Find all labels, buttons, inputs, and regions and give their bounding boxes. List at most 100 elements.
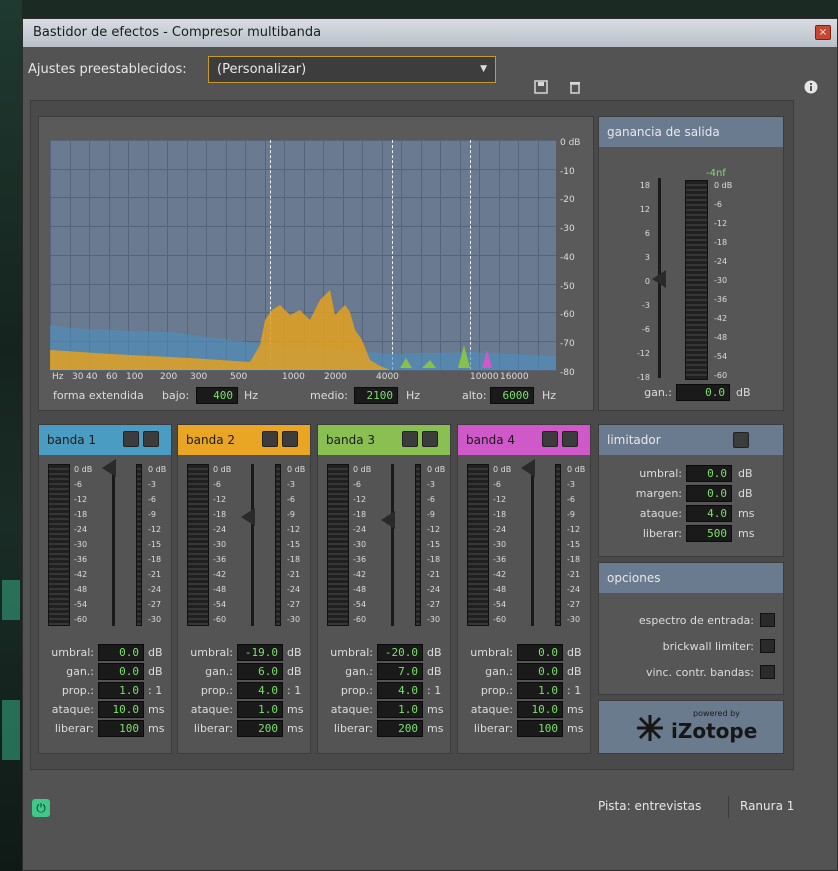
band-ataque-unit: ms (567, 703, 584, 716)
band-umbral-value[interactable]: 0.0 (98, 644, 144, 661)
options-title: opciones (599, 563, 783, 593)
band-bypass-button[interactable] (562, 431, 578, 447)
band-gan-value[interactable]: 0.0 (98, 663, 144, 680)
band-threshold-slider[interactable] (112, 464, 115, 626)
band-liberar-value[interactable]: 100 (98, 720, 144, 737)
power-icon[interactable]: ⏻ (32, 799, 50, 817)
output-meter-tick: -18 (714, 238, 728, 247)
band-ataque-label: ataque: (51, 703, 94, 716)
band-meter-tick: -30 (74, 540, 88, 549)
band-solo-button[interactable] (123, 431, 139, 447)
db-tick-label: -50 (560, 281, 575, 292)
medio-value[interactable]: 2100 (354, 387, 398, 404)
limiter-umbral-value[interactable]: 0.0 (686, 465, 732, 482)
band-threshold-thumb[interactable] (381, 511, 395, 530)
limiter-ataque-unit: ms (738, 507, 755, 520)
link-bands-checkbox[interactable] (760, 665, 775, 679)
band-meter-tick: -6 (74, 480, 82, 489)
band-ataque-value[interactable]: 1.0 (237, 701, 283, 718)
bajo-value[interactable]: 400 (196, 387, 238, 404)
band-gan-label: gan.: (205, 665, 233, 678)
band-meter-tick: -18 (493, 510, 507, 519)
footer-divider (728, 796, 729, 818)
output-gain-value[interactable]: 0.0 (676, 384, 730, 401)
band-threshold-slider[interactable] (391, 464, 394, 626)
band-gan-value[interactable]: 6.0 (237, 663, 283, 680)
output-gain-tick: 3 (644, 253, 650, 262)
limiter-margen-unit: dB (738, 487, 753, 500)
alto-value[interactable]: 6000 (490, 387, 534, 404)
limiter-ataque-value[interactable]: 4.0 (686, 505, 732, 522)
band-gan-label: gan.: (66, 665, 94, 678)
band-umbral-unit: dB (287, 646, 302, 659)
chevron-down-icon: ▼ (480, 64, 487, 74)
band-gr-tick: 0 dB (148, 465, 167, 474)
band-liberar-value[interactable]: 200 (237, 720, 283, 737)
band-umbral-value[interactable]: -20.0 (377, 644, 423, 661)
band-meter-tick: -30 (353, 540, 367, 549)
band-solo-button[interactable] (542, 431, 558, 447)
band-ataque-value[interactable]: 10.0 (98, 701, 144, 718)
limiter-liberar-unit: ms (738, 527, 755, 540)
output-gain-slider-thumb[interactable] (652, 270, 666, 288)
limiter-solo-button[interactable] (733, 432, 749, 448)
presets-dropdown[interactable]: (Personalizar) ▼ (208, 56, 496, 83)
band-gr-tick: -3 (287, 480, 295, 489)
logo-powered-by: powered by (693, 709, 740, 718)
band-gan-unit: dB (567, 665, 582, 678)
band-prop-value[interactable]: 1.0 (98, 682, 144, 699)
band-solo-button[interactable] (262, 431, 278, 447)
limiter-margen-value[interactable]: 0.0 (686, 485, 732, 502)
extended-shape-label: forma extendida (53, 389, 144, 402)
band-threshold-thumb[interactable] (521, 459, 535, 478)
band-gan-value[interactable]: 7.0 (377, 663, 423, 680)
output-gain-tick: 0 (644, 277, 650, 286)
band-liberar-value[interactable]: 100 (517, 720, 563, 737)
band-gr-tick: -15 (287, 540, 301, 549)
band-threshold-thumb[interactable] (102, 459, 116, 478)
band-prop-value[interactable]: 1.0 (517, 682, 563, 699)
band-bypass-button[interactable] (282, 431, 298, 447)
band-umbral-unit: dB (567, 646, 582, 659)
band-liberar-unit: ms (567, 722, 584, 735)
band-prop-unit: : 1 (287, 684, 302, 697)
band-input-meter (187, 464, 209, 626)
info-icon[interactable] (804, 80, 818, 98)
band-bypass-button[interactable] (422, 431, 438, 447)
band-meter-tick: -24 (493, 525, 507, 534)
band-meter-tick: -30 (493, 540, 507, 549)
band-prop-value[interactable]: 4.0 (237, 682, 283, 699)
band-threshold-slider[interactable] (531, 464, 534, 626)
band-bypass-button[interactable] (143, 431, 159, 447)
band-meter-tick: -54 (213, 600, 227, 609)
close-button[interactable]: × (815, 25, 831, 40)
band-gr-tick: -30 (567, 615, 581, 624)
band-ataque-value[interactable]: 1.0 (377, 701, 423, 718)
band-gr-tick: -3 (567, 480, 575, 489)
band-gr-tick: -9 (567, 510, 575, 519)
limiter-margen-label: margen: (635, 487, 682, 500)
band-threshold-thumb[interactable] (241, 507, 255, 526)
save-icon[interactable] (534, 80, 548, 98)
band-umbral-value[interactable]: -19.0 (237, 644, 283, 661)
band-solo-button[interactable] (402, 431, 418, 447)
band-meter-tick: -60 (213, 615, 227, 624)
limiter-liberar-value[interactable]: 500 (686, 525, 732, 542)
output-gain-tick: -18 (636, 373, 650, 382)
input-spectrum-checkbox[interactable] (760, 613, 775, 627)
band-liberar-label: liberar: (333, 722, 373, 735)
band-liberar-value[interactable]: 200 (377, 720, 423, 737)
db-tick-label: -60 (560, 310, 575, 321)
band-gr-tick: -18 (567, 555, 581, 564)
band-umbral-unit: dB (148, 646, 163, 659)
band-ataque-value[interactable]: 10.0 (517, 701, 563, 718)
brickwall-checkbox[interactable] (760, 639, 775, 653)
band-prop-value[interactable]: 4.0 (377, 682, 423, 699)
band-threshold-slider[interactable] (251, 464, 254, 626)
trash-icon[interactable] (568, 80, 582, 98)
izotope-logo: powered by iZotope (598, 700, 784, 754)
band-meter-tick: 0 dB (213, 465, 232, 474)
band-umbral-value[interactable]: 0.0 (517, 644, 563, 661)
band-gr-tick: -24 (567, 585, 581, 594)
band-gan-value[interactable]: 0.0 (517, 663, 563, 680)
